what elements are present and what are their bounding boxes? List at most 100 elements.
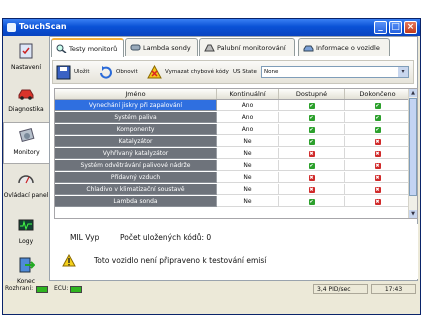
- table-row[interactable]: Systém paliva Ano ✔ ✔: [55, 112, 411, 123]
- check-icon: ✔: [374, 114, 381, 121]
- warning-icon: [62, 254, 76, 267]
- sidebar-item-logs[interactable]: Logy: [3, 212, 49, 254]
- check-icon: ✔: [308, 102, 315, 109]
- sidebar-item-diagnostics[interactable]: Diagnostika: [3, 80, 49, 122]
- readiness-warning: Toto vozidlo není připraveno k testování…: [94, 256, 267, 265]
- maximize-button[interactable]: □: [389, 21, 402, 34]
- logs-icon: [18, 219, 34, 231]
- save-icon: [56, 65, 71, 80]
- table-row[interactable]: Katalyzátor Ne ✔ ✖: [55, 136, 411, 147]
- cell-continuous: Ne: [217, 136, 279, 147]
- column-header-name[interactable]: Jméno: [55, 89, 217, 99]
- check-icon: ✔: [308, 162, 315, 169]
- cell-available: ✖: [279, 148, 345, 159]
- clock: 17:43: [371, 284, 416, 294]
- onboard-monitor-icon: [204, 44, 215, 52]
- settings-icon: [19, 43, 33, 59]
- cell-available: ✔: [279, 112, 345, 123]
- cross-icon: ✖: [374, 186, 381, 193]
- stored-codes-count: Počet uložených kódů: 0: [120, 233, 212, 242]
- scroll-thumb[interactable]: [409, 98, 417, 196]
- cell-name: Vynechání jiskry při zapalování: [55, 100, 217, 111]
- cell-available: ✔: [279, 100, 345, 111]
- status-bar: Rozhraní: ECU: 3,4 PID/sec 17:43: [3, 283, 419, 295]
- cross-icon: ✖: [374, 198, 381, 205]
- cell-available: ✔: [279, 160, 345, 171]
- cell-continuous: Ano: [217, 112, 279, 123]
- column-header-continuous[interactable]: Kontinuální: [217, 89, 279, 99]
- tab-onboard-monitoring[interactable]: Palubní monitorování: [199, 38, 295, 56]
- check-icon: ✔: [308, 198, 315, 205]
- cross-icon: ✖: [374, 174, 381, 181]
- sidebar-item-monitors[interactable]: Monitory: [3, 122, 49, 164]
- sidebar-item-label: Logy: [18, 238, 34, 245]
- minimize-button[interactable]: _: [374, 21, 387, 34]
- lambda-sensor-icon: [130, 44, 141, 51]
- cross-icon: ✖: [374, 162, 381, 169]
- cross-icon: ✖: [374, 138, 381, 145]
- cell-available: ✖: [279, 184, 345, 195]
- cross-icon: ✖: [308, 150, 315, 157]
- cross-icon: ✖: [374, 150, 381, 157]
- sidebar-item-label: Nastavení: [10, 64, 42, 71]
- cell-continuous: Ne: [217, 196, 279, 207]
- cell-continuous: Ne: [217, 160, 279, 171]
- cell-available: ✔: [279, 136, 345, 147]
- us-state-select[interactable]: None ▾: [261, 66, 409, 78]
- magnifier-icon: [56, 44, 67, 53]
- cell-name: Vyhřívaný katalyzátor: [55, 148, 217, 159]
- tab-monitor-tests[interactable]: Testy monitorů: [51, 38, 124, 57]
- table-row[interactable]: Chladivo v klimatizační soustavě Ne ✖ ✖: [55, 184, 411, 195]
- sidebar: Nastavení Diagnostika Monitory Ovládací …: [3, 36, 49, 285]
- ecu-led-icon: [70, 286, 82, 293]
- car-diagnostics-icon: [18, 89, 34, 100]
- clear-codes-button[interactable]: Vymazat chybové kódy: [147, 65, 231, 80]
- tab-lambda-sensors[interactable]: Lambda sondy: [125, 38, 198, 56]
- save-button[interactable]: Uložit: [56, 65, 96, 80]
- table-row[interactable]: Vyhřívaný katalyzátor Ne ✖ ✖: [55, 148, 411, 159]
- check-icon: ✔: [308, 138, 315, 145]
- cell-name: Přídavný vzduch: [55, 172, 217, 183]
- vertical-scrollbar[interactable]: ▲ ▼: [408, 89, 417, 218]
- table-row[interactable]: Vynechání jiskry při zapalování Ano ✔ ✔: [55, 100, 411, 111]
- exit-icon: [19, 257, 36, 273]
- cell-available: ✔: [279, 124, 345, 135]
- sidebar-item-settings[interactable]: Nastavení: [3, 38, 49, 80]
- check-icon: ✔: [374, 126, 381, 133]
- chevron-down-icon[interactable]: ▾: [398, 67, 408, 77]
- ecu-label: ECU:: [54, 285, 69, 292]
- cell-name: Chladivo v klimatizační soustavě: [55, 184, 217, 195]
- check-icon: ✔: [308, 126, 315, 133]
- cell-completed: ✔: [345, 124, 411, 135]
- table-row[interactable]: Komponenty Ano ✔ ✔: [55, 124, 411, 135]
- sidebar-item-label: Diagnostika: [8, 106, 44, 113]
- cross-icon: ✖: [308, 186, 315, 193]
- pid-rate: 3,4 PID/sec: [313, 284, 368, 294]
- close-button[interactable]: ×: [404, 21, 417, 34]
- column-header-available[interactable]: Dostupné: [279, 89, 345, 99]
- cell-continuous: Ne: [217, 184, 279, 195]
- table-row[interactable]: Lambda sonda Ne ✔ ✖: [55, 196, 411, 207]
- interface-led-icon: [36, 286, 48, 293]
- scroll-down-icon[interactable]: ▼: [409, 210, 417, 218]
- monitors-icon: [18, 128, 34, 143]
- monitor-table: Jméno Kontinuální Dostupné Dokončeno Vyn…: [54, 88, 418, 219]
- refresh-button[interactable]: Obnovit: [98, 65, 142, 80]
- sidebar-item-label: Monitory: [13, 149, 40, 156]
- cell-continuous: Ne: [217, 172, 279, 183]
- scroll-up-icon[interactable]: ▲: [409, 89, 417, 97]
- column-header-completed[interactable]: Dokončeno: [345, 89, 411, 99]
- cell-continuous: Ano: [217, 100, 279, 111]
- cell-name: Katalyzátor: [55, 136, 217, 147]
- warning-clear-icon: [147, 65, 162, 79]
- vehicle-info-icon: [303, 45, 314, 52]
- cell-completed: ✔: [345, 100, 411, 111]
- title-bar[interactable]: TouchScan _ □ ×: [2, 18, 421, 36]
- tab-vehicle-info[interactable]: Informace o vozidle: [298, 38, 390, 56]
- table-row[interactable]: Systém odvětrávání palivové nádrže Ne ✔ ✖: [55, 160, 411, 171]
- table-row[interactable]: Přídavný vzduch Ne ✖ ✖: [55, 172, 411, 183]
- window-title: TouchScan: [19, 22, 67, 31]
- cell-completed: ✖: [345, 160, 411, 171]
- sidebar-item-dashboard[interactable]: Ovládací panel: [3, 166, 49, 210]
- info-panel: MIL Vyp Počet uložených kódů: 0 Toto voz…: [54, 224, 418, 279]
